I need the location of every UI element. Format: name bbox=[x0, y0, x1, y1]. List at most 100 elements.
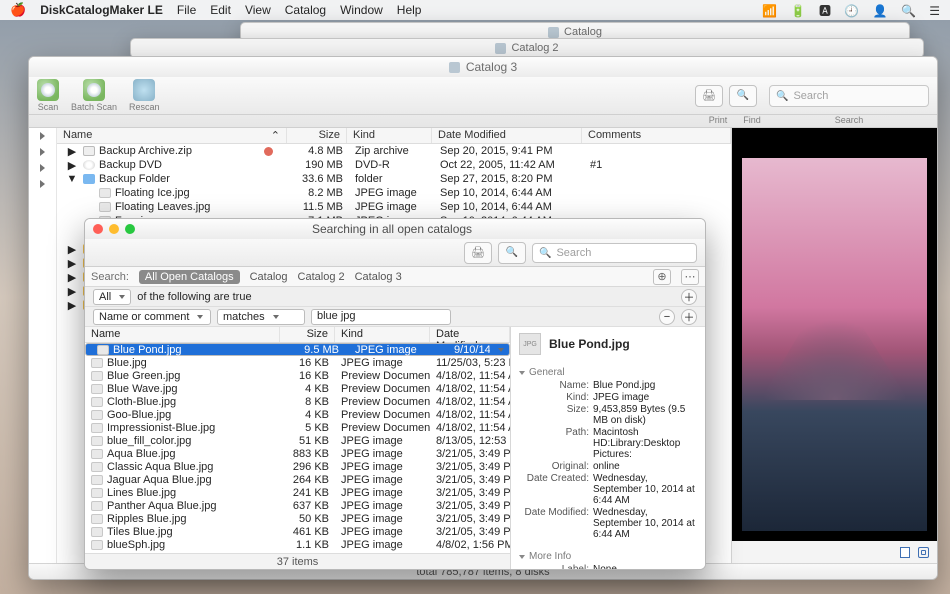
col-name[interactable]: Name bbox=[85, 327, 280, 342]
search-find-button[interactable] bbox=[498, 242, 526, 264]
minimize-icon[interactable] bbox=[109, 224, 119, 234]
window-title: Catalog 3 bbox=[466, 60, 517, 74]
catalog-icon bbox=[449, 62, 460, 73]
print-button[interactable] bbox=[695, 85, 723, 107]
bg-window-catalog2[interactable]: Catalog 2 bbox=[130, 38, 924, 58]
traffic-lights[interactable] bbox=[93, 224, 135, 234]
find-label: Find bbox=[735, 115, 769, 125]
clock-icon[interactable]: 🕘 bbox=[844, 4, 859, 18]
catalog-icon bbox=[548, 27, 559, 38]
rule-text: of the following are true bbox=[137, 291, 251, 303]
table-row[interactable]: blueSph.jpg1.1 KBJPEG image4/8/02, 1:56 … bbox=[85, 538, 510, 551]
table-row[interactable]: blue_fill_color.jpg51 KBJPEG image8/13/0… bbox=[85, 434, 510, 447]
table-row[interactable]: Cloth-Blue.jpg8 KBPreview Document4/18/0… bbox=[85, 395, 510, 408]
section-more-info[interactable]: More Info bbox=[519, 551, 697, 562]
rescan-icon bbox=[133, 79, 155, 101]
search-window-title: Searching in all open catalogs bbox=[141, 222, 643, 236]
battery-icon[interactable]: 🔋 bbox=[791, 4, 806, 18]
quicklook-icon[interactable] bbox=[918, 547, 929, 558]
rule-row-1: All of the following are true ＋ bbox=[85, 287, 705, 307]
table-row[interactable]: ▶Backup Archive.zip4.8 MBZip archiveSep … bbox=[57, 144, 731, 158]
remove-rule-button[interactable]: − bbox=[659, 309, 675, 325]
rule-field-select[interactable]: Name or comment bbox=[93, 309, 211, 325]
menu-catalog[interactable]: Catalog bbox=[285, 3, 326, 17]
close-icon[interactable] bbox=[93, 224, 103, 234]
menu-help[interactable]: Help bbox=[397, 3, 422, 17]
scan-button[interactable]: Scan bbox=[37, 79, 59, 112]
table-row[interactable]: Floating Leaves.jpg11.5 MBJPEG imageSep … bbox=[57, 200, 731, 214]
scope-all-open[interactable]: All Open Catalogs bbox=[139, 270, 240, 284]
table-row[interactable]: Aqua Blue.jpg883 KBJPEG image3/21/05, 3:… bbox=[85, 447, 510, 460]
table-row[interactable]: Impressionist-Blue.jpg5 KBPreview Docume… bbox=[85, 421, 510, 434]
disclosure-triangle[interactable] bbox=[40, 180, 45, 188]
menu-edit[interactable]: Edit bbox=[210, 3, 231, 17]
wifi-icon[interactable]: 📶 bbox=[762, 4, 777, 18]
search-field[interactable]: Search bbox=[532, 243, 697, 263]
search-print-button[interactable] bbox=[464, 242, 492, 264]
user-icon[interactable]: 👤 bbox=[873, 4, 888, 18]
table-row[interactable]: Ripples Blue.jpg50 KBJPEG image3/21/05, … bbox=[85, 512, 510, 525]
spotlight-icon[interactable]: 🔍 bbox=[901, 4, 916, 18]
scan-icon bbox=[37, 79, 59, 101]
table-row[interactable]: Panther Aqua Blue.jpg637 KBJPEG image3/2… bbox=[85, 499, 510, 512]
info-row: Date Modified:Wednesday, September 10, 2… bbox=[519, 507, 697, 540]
menu-file[interactable]: File bbox=[177, 3, 196, 17]
table-row[interactable]: Goo-Blue.jpg4 KBPreview Document4/18/02,… bbox=[85, 408, 510, 421]
info-row: Kind:JPEG image bbox=[519, 392, 697, 403]
scope-catalog[interactable]: Catalog bbox=[250, 271, 288, 283]
reveal-doc-icon[interactable] bbox=[900, 547, 910, 558]
col-name[interactable]: Name ⌃ bbox=[57, 128, 287, 143]
table-row[interactable]: Classic Aqua Blue.jpg296 KBJPEG image3/2… bbox=[85, 460, 510, 473]
table-row[interactable]: ▼Backup Folder33.6 MBfolderSep 27, 2015,… bbox=[57, 172, 731, 186]
rescan-button[interactable]: Rescan bbox=[129, 79, 160, 112]
disclosure-triangle[interactable] bbox=[40, 132, 45, 140]
app-menu[interactable]: DiskCatalogMaker LE bbox=[40, 3, 163, 17]
col-size[interactable]: Size bbox=[280, 327, 335, 342]
table-row[interactable]: ▶Backup DVD190 MBDVD-ROct 22, 2005, 11:4… bbox=[57, 158, 731, 172]
info-row: Original:online bbox=[519, 461, 697, 472]
rule-scope-select[interactable]: All bbox=[93, 289, 131, 305]
info-row: Date Created:Wednesday, September 10, 20… bbox=[519, 473, 697, 506]
col-kind[interactable]: Kind bbox=[335, 327, 430, 342]
disclosure-triangle[interactable] bbox=[40, 148, 45, 156]
results-header[interactable]: Name Size Kind Date Modified bbox=[85, 327, 510, 343]
scope-catalog3[interactable]: Catalog 3 bbox=[355, 271, 402, 283]
col-size[interactable]: Size bbox=[287, 128, 347, 143]
a-icon[interactable]: 🅰 bbox=[819, 4, 831, 18]
rule-op-select[interactable]: matches bbox=[217, 309, 305, 325]
col-comments[interactable]: Comments bbox=[582, 128, 731, 143]
table-row[interactable]: Lines Blue.jpg241 KBJPEG image3/21/05, 3… bbox=[85, 486, 510, 499]
menu-view[interactable]: View bbox=[245, 3, 271, 17]
add-rule-button[interactable]: ＋ bbox=[681, 289, 697, 305]
table-row[interactable]: Floating Ice.jpg8.2 MBJPEG imageSep 10, … bbox=[57, 186, 731, 200]
toolbar-search[interactable]: Search bbox=[769, 85, 929, 107]
window-titlebar[interactable]: Catalog 3 bbox=[29, 57, 937, 77]
table-row[interactable]: Tiles Blue.jpg461 KBJPEG image3/21/05, 3… bbox=[85, 525, 510, 538]
rule-options-button[interactable]: ⋯ bbox=[681, 269, 699, 285]
zoom-icon[interactable] bbox=[125, 224, 135, 234]
notifications-icon[interactable]: ☰ bbox=[929, 4, 940, 18]
apple-menu[interactable]: 🍎 bbox=[10, 2, 26, 18]
batch-scan-button[interactable]: Batch Scan bbox=[71, 79, 117, 112]
table-row[interactable]: Blue Pond.jpg9.5 MBJPEG image9/10/14, 6:… bbox=[85, 343, 510, 356]
info-row: Name:Blue Pond.jpg bbox=[519, 380, 697, 391]
table-row[interactable]: Blue.jpg16 KBJPEG image11/25/03, 5:23 PM bbox=[85, 356, 510, 369]
col-kind[interactable]: Kind bbox=[347, 128, 432, 143]
menu-window[interactable]: Window bbox=[340, 3, 383, 17]
table-row[interactable]: Blue Green.jpg16 KBPreview Document4/18/… bbox=[85, 369, 510, 382]
section-general[interactable]: General bbox=[519, 367, 697, 378]
toolbar: Scan Batch Scan Rescan Search bbox=[29, 77, 937, 115]
col-date[interactable]: Date Modified bbox=[430, 327, 510, 342]
info-row: Path:Macintosh HD:Library:Desktop Pictur… bbox=[519, 427, 697, 460]
col-date[interactable]: Date Modified bbox=[432, 128, 582, 143]
table-row[interactable]: Blue Wave.jpg4 KBPreview Document4/18/02… bbox=[85, 382, 510, 395]
save-search-button[interactable]: ⊕ bbox=[653, 269, 671, 285]
file-list-header[interactable]: Name ⌃ Size Kind Date Modified Comments bbox=[57, 128, 731, 144]
menubar: 🍎 DiskCatalogMaker LE File Edit View Cat… bbox=[0, 0, 950, 20]
find-button[interactable] bbox=[729, 85, 757, 107]
rule-value-input[interactable]: blue jpg bbox=[311, 309, 451, 325]
add-rule-button[interactable]: ＋ bbox=[681, 309, 697, 325]
table-row[interactable]: Jaguar Aqua Blue.jpg264 KBJPEG image3/21… bbox=[85, 473, 510, 486]
disclosure-triangle[interactable] bbox=[40, 164, 45, 172]
scope-catalog2[interactable]: Catalog 2 bbox=[298, 271, 345, 283]
